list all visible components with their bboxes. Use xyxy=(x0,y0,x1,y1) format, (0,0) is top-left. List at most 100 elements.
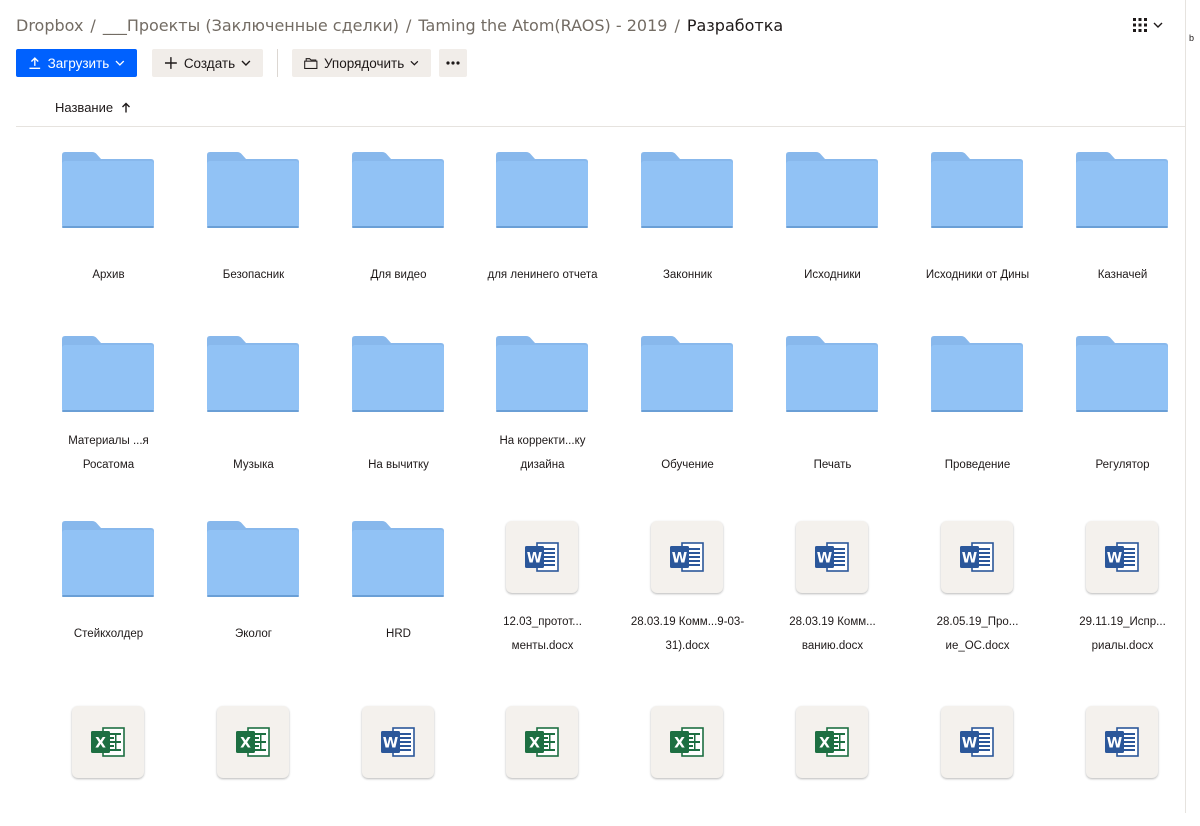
folder-item[interactable]: Проведение xyxy=(905,336,1050,471)
breadcrumb-item-dropbox[interactable]: Dropbox xyxy=(16,16,83,35)
folder-item[interactable]: Казначей xyxy=(1050,152,1195,281)
item-name: Архив xyxy=(92,269,125,281)
breadcrumb-item-projects[interactable]: ___Проекты (Заключенные сделки) xyxy=(103,16,399,35)
folder-item[interactable]: На вычитку xyxy=(326,336,471,471)
file-item[interactable]: X xyxy=(470,706,615,826)
file-item[interactable]: W xyxy=(905,706,1050,826)
folder-item[interactable]: Архив xyxy=(36,152,181,281)
file-item[interactable]: W xyxy=(326,706,471,826)
folder-item[interactable]: Эколог xyxy=(181,521,326,641)
folder-item[interactable]: Регулятор xyxy=(1050,336,1195,471)
folder-icon xyxy=(786,336,878,412)
create-button[interactable]: Создать xyxy=(152,49,263,77)
file-type-letter: W xyxy=(672,551,687,567)
more-actions-button[interactable] xyxy=(439,49,467,77)
file-type-letter: W xyxy=(1107,551,1122,567)
folder-icon xyxy=(496,336,588,412)
folder-item[interactable]: На корректи...ку дизайна xyxy=(470,336,615,471)
folder-item[interactable]: Для видео xyxy=(326,152,471,281)
item-name: Исходники xyxy=(804,269,861,281)
item-name: Росатома xyxy=(82,459,135,471)
word-document-icon: W xyxy=(1105,727,1139,757)
folder-icon xyxy=(931,152,1023,228)
item-name: Эколог xyxy=(235,628,272,640)
breadcrumb-item-taming-the-atom[interactable]: Taming the Atom(RAOS) - 2019 xyxy=(418,16,667,35)
folder-icon xyxy=(1076,336,1168,412)
folder-item[interactable]: HRD xyxy=(326,521,471,641)
item-name: Казначей xyxy=(1097,269,1148,281)
folder-item[interactable]: Законник xyxy=(615,152,760,281)
word-document-icon: W xyxy=(1105,542,1139,572)
folder-icon xyxy=(931,336,1023,412)
folder-item[interactable]: Исходники xyxy=(760,152,905,281)
word-document-icon: W xyxy=(960,542,994,572)
folder-icon xyxy=(641,152,733,228)
upload-button[interactable]: Загрузить xyxy=(16,49,137,77)
folder-icon xyxy=(352,521,444,597)
word-document-icon: W xyxy=(960,727,994,757)
plus-icon xyxy=(164,57,177,69)
file-item[interactable]: X xyxy=(615,706,760,826)
file-thumbnail: W xyxy=(506,521,578,593)
breadcrumb-separator: / xyxy=(90,15,96,35)
file-item[interactable]: W 12.03_протот... менты.docx xyxy=(470,521,615,652)
folder-organize-icon xyxy=(304,57,318,69)
folder-item[interactable]: Обучение xyxy=(615,336,760,471)
file-type-letter: W xyxy=(962,736,977,752)
sort-by-name-button[interactable]: Название xyxy=(55,100,131,115)
column-header-name-label: Название xyxy=(55,100,114,115)
file-thumbnail: W xyxy=(1086,521,1158,593)
file-type-letter: W xyxy=(1107,736,1122,752)
item-name: 28.05.19_Про... xyxy=(936,616,1019,628)
file-item[interactable]: W 28.05.19_Про... ие_ОС.docx xyxy=(905,521,1050,652)
file-type-letter: X xyxy=(240,736,251,752)
file-thumbnail: X xyxy=(217,706,289,778)
item-name: для ленинего отчета xyxy=(487,269,598,281)
folder-item[interactable]: Музыка xyxy=(181,336,326,471)
item-name: риалы.docx xyxy=(1091,640,1154,652)
item-name: дизайна xyxy=(520,459,565,471)
file-type-letter: X xyxy=(529,736,540,752)
file-thumbnail: W xyxy=(941,521,1013,593)
organize-button[interactable]: Упорядочить xyxy=(292,49,431,77)
folder-item[interactable]: Стейкхолдер xyxy=(36,521,181,641)
folder-item[interactable]: Безопасник xyxy=(181,152,326,281)
folder-icon xyxy=(352,152,444,228)
toolbar: Загрузить Создать Упорядочить xyxy=(16,49,467,77)
folder-item[interactable]: Печать xyxy=(760,336,905,471)
folder-icon xyxy=(641,336,733,412)
item-name: 28.03.19 Комм... xyxy=(789,616,876,628)
chevron-down-icon xyxy=(1153,22,1163,28)
file-thumbnail: W xyxy=(362,706,434,778)
folder-item[interactable]: для ленинего отчета xyxy=(470,152,615,281)
file-item[interactable]: W 28.03.19 Комм...9-03- 31).docx xyxy=(615,521,760,652)
word-document-icon: W xyxy=(815,542,849,572)
file-item[interactable]: X xyxy=(36,706,181,826)
column-header: Название xyxy=(16,98,1185,127)
breadcrumb-separator: / xyxy=(674,15,680,35)
create-button-label: Создать xyxy=(183,55,236,71)
file-item[interactable]: W 28.03.19 Комм... ванию.docx xyxy=(760,521,905,652)
view-toggle-button[interactable] xyxy=(1133,14,1169,36)
item-name: Проведение xyxy=(944,459,1011,471)
item-name: На корректи...ку xyxy=(499,435,586,447)
item-name: Исходники от Дины xyxy=(925,269,1030,281)
file-item[interactable]: X xyxy=(181,706,326,826)
item-name: Обучение xyxy=(661,459,714,471)
item-name: Для видео xyxy=(370,269,427,281)
folder-icon xyxy=(207,336,299,412)
item-name: На вычитку xyxy=(368,459,429,471)
file-type-letter: W xyxy=(383,736,398,752)
breadcrumb: Dropbox / ___Проекты (Заключенные сделки… xyxy=(16,14,783,36)
grid-view-icon xyxy=(1133,18,1147,32)
folder-item[interactable]: Материалы ...я Росатома xyxy=(36,336,181,471)
word-document-icon: W xyxy=(525,542,559,572)
file-type-letter: X xyxy=(95,736,106,752)
file-item[interactable]: W 29.11.19_Испр... риалы.docx xyxy=(1050,521,1195,652)
file-item[interactable]: W xyxy=(1050,706,1195,826)
folder-item[interactable]: Исходники от Дины xyxy=(905,152,1050,281)
file-thumbnail: W xyxy=(796,521,868,593)
word-document-icon: W xyxy=(670,542,704,572)
file-item[interactable]: X xyxy=(760,706,905,826)
item-name: Законник xyxy=(662,269,713,281)
